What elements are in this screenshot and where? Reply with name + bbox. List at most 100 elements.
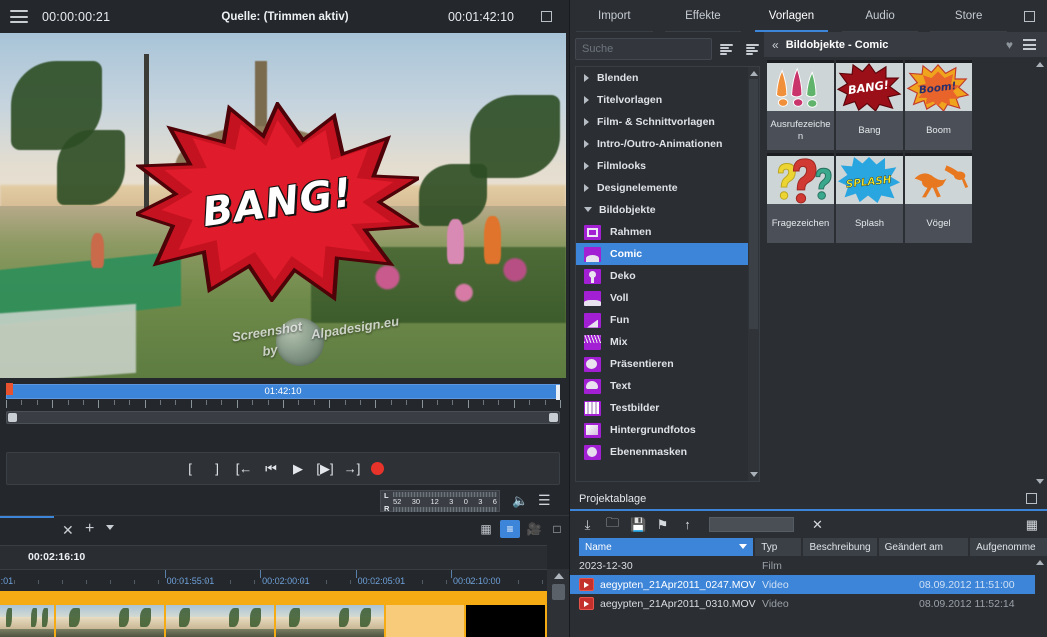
- record-button[interactable]: [371, 462, 384, 475]
- detail-view-icon[interactable]: [739, 40, 759, 58]
- timeline-clip[interactable]: [56, 605, 166, 637]
- tree-item-mix[interactable]: Mix: [576, 331, 750, 353]
- timeline-clip[interactable]: [386, 605, 466, 637]
- chevron-down-icon[interactable]: [106, 525, 114, 530]
- level-up-icon[interactable]: ↑: [680, 517, 695, 532]
- jump-to-out-button[interactable]: →]: [344, 461, 361, 477]
- tree-item-pr-sentieren[interactable]: Präsentieren: [576, 353, 750, 375]
- search-input[interactable]: [576, 39, 711, 59]
- tree-group-filmlooks[interactable]: Filmlooks: [576, 155, 750, 177]
- tree-group-intro-outro-animationen[interactable]: Intro-/Outro-Animationen: [576, 133, 750, 155]
- tab-store[interactable]: Store: [924, 0, 1013, 32]
- scene-overview-view-button[interactable]: 🎥: [524, 520, 544, 538]
- chevron-right-icon[interactable]: [584, 74, 589, 82]
- trim-out-marker[interactable]: [556, 385, 560, 400]
- storyboard-view-button[interactable]: ▦: [476, 520, 496, 538]
- column-header-beschreibung[interactable]: Beschreibung: [803, 538, 877, 556]
- tree-item-fun[interactable]: Fun: [576, 309, 750, 331]
- tab-effekte[interactable]: Effekte: [659, 0, 748, 32]
- scroll-down-icon[interactable]: [750, 472, 758, 477]
- mixer-sliders-icon[interactable]: ☰: [538, 492, 551, 509]
- tree-item-text[interactable]: Text: [576, 375, 750, 397]
- maximize-icon[interactable]: [1026, 493, 1037, 504]
- grid-scrollbar[interactable]: [1035, 58, 1047, 488]
- timeline-ruler[interactable]: :01 00:01:55:01 00:02:00:01 00:02:05:01 00:0…: [0, 569, 577, 591]
- next-frame-button[interactable]: [▶]: [316, 461, 333, 477]
- timeline-vertical-scrollbar[interactable]: [547, 569, 570, 637]
- tab-audio[interactable]: Audio: [836, 0, 925, 32]
- timeline-clip[interactable]: [466, 605, 547, 637]
- chevron-right-icon[interactable]: [584, 184, 589, 192]
- collapse-left-icon[interactable]: «: [772, 38, 779, 52]
- grid-view-icon[interactable]: ▦: [1026, 517, 1038, 533]
- scroll-up-icon[interactable]: [1036, 62, 1044, 67]
- tree-group-blenden[interactable]: Blenden: [576, 67, 750, 89]
- chevron-right-icon[interactable]: [584, 162, 589, 170]
- list-view-icon[interactable]: [717, 40, 736, 58]
- scrollbar-thumb[interactable]: [749, 79, 758, 329]
- jump-to-in-button[interactable]: [←: [236, 461, 253, 477]
- heart-icon[interactable]: ♥: [1006, 38, 1013, 52]
- hamburger-icon[interactable]: [1023, 39, 1036, 50]
- scroll-up-icon[interactable]: [1036, 560, 1044, 565]
- tree-item-comic[interactable]: Comic: [576, 243, 750, 265]
- chevron-down-icon[interactable]: [584, 206, 592, 216]
- timeline-clip[interactable]: [166, 605, 276, 637]
- trim-zoom-scrollbar[interactable]: [6, 411, 560, 424]
- tree-group-designelemente[interactable]: Designelemente: [576, 177, 750, 199]
- set-out-point-button[interactable]: ]: [209, 461, 225, 477]
- template-item-ausrufezeichen[interactable]: Ausrufezeichen: [767, 60, 834, 150]
- new-folder-icon[interactable]: ⚑: [655, 517, 670, 533]
- tree-item-ebenenmasken[interactable]: Ebenenmasken: [576, 441, 750, 463]
- table-row[interactable]: 2023-12-30 Film: [570, 556, 1047, 575]
- tree-item-voll[interactable]: Voll: [576, 287, 750, 309]
- plus-icon[interactable]: +: [85, 520, 94, 538]
- template-item-boom[interactable]: Boom! Boom: [905, 60, 972, 150]
- tab-maximize-icon[interactable]: [1013, 0, 1047, 32]
- scroll-up-icon[interactable]: [750, 71, 758, 76]
- clear-path-icon[interactable]: ✕: [812, 517, 823, 533]
- timeline-view-button[interactable]: ≡: [500, 520, 520, 538]
- path-field[interactable]: [709, 517, 794, 532]
- template-item-bang[interactable]: BANG! Bang: [836, 60, 903, 150]
- tree-group-bildobjekte[interactable]: Bildobjekte: [576, 199, 750, 221]
- speaker-icon[interactable]: 🔈: [512, 493, 528, 509]
- template-category-tree[interactable]: Blenden Titelvorlagen Film- & Schnittvorla…: [575, 66, 760, 482]
- search-input-wrapper[interactable]: [575, 38, 712, 60]
- template-item-v-gel[interactable]: Vögel: [905, 153, 972, 243]
- tree-item-rahmen[interactable]: Rahmen: [576, 221, 750, 243]
- tree-group-film-schnittvorlagen[interactable]: Film- & Schnittvorlagen: [576, 111, 750, 133]
- template-item-splash[interactable]: SPLASH Splash: [836, 153, 903, 243]
- scrollbar-thumb[interactable]: [552, 584, 565, 600]
- template-item-fragezeichen[interactable]: Fragezeichen: [767, 153, 834, 243]
- column-header-ge-ndert-am[interactable]: Geändert am: [878, 538, 969, 556]
- tree-item-deko[interactable]: Deko: [576, 265, 750, 287]
- maximize-timeline-button[interactable]: □: [547, 520, 567, 538]
- previous-frame-button[interactable]: ⏮: [263, 461, 279, 477]
- play-button[interactable]: ▶: [290, 461, 306, 477]
- open-folder-icon[interactable]: 🗀: [605, 514, 620, 536]
- set-in-point-button[interactable]: [: [182, 461, 198, 477]
- maximize-icon[interactable]: [541, 11, 552, 22]
- timeline-clip[interactable]: [0, 605, 56, 637]
- trim-range-bar[interactable]: 01:42:10: [6, 383, 560, 400]
- source-preview[interactable]: BANG! Screenshot by Alpadesign.eu: [0, 33, 566, 378]
- chevron-right-icon[interactable]: [584, 140, 589, 148]
- scroll-up-icon[interactable]: [554, 573, 564, 579]
- hamburger-icon[interactable]: [10, 10, 28, 23]
- close-icon[interactable]: ✕: [62, 522, 74, 539]
- column-header-typ[interactable]: Typ: [755, 538, 802, 556]
- project-bin-scrollbar[interactable]: [1035, 556, 1047, 637]
- sort-chevron-down-icon[interactable]: [739, 544, 748, 549]
- column-header-name[interactable]: Name: [579, 538, 754, 556]
- save-icon[interactable]: 💾: [630, 517, 646, 533]
- tree-item-hintergrundfotos[interactable]: Hintergrundfotos: [576, 419, 750, 441]
- tab-import[interactable]: Import: [570, 0, 659, 32]
- column-header-aufgenomme[interactable]: Aufgenomme: [970, 538, 1047, 556]
- scroll-down-icon[interactable]: [1036, 479, 1044, 484]
- table-row[interactable]: aegypten_21Apr2011_0247.MOV Video 08.09.20…: [570, 575, 1047, 594]
- import-icon[interactable]: ⤓: [580, 517, 595, 533]
- chevron-right-icon[interactable]: [584, 96, 589, 104]
- timeline-video-track[interactable]: [0, 591, 547, 637]
- timeline-clip[interactable]: [276, 605, 386, 637]
